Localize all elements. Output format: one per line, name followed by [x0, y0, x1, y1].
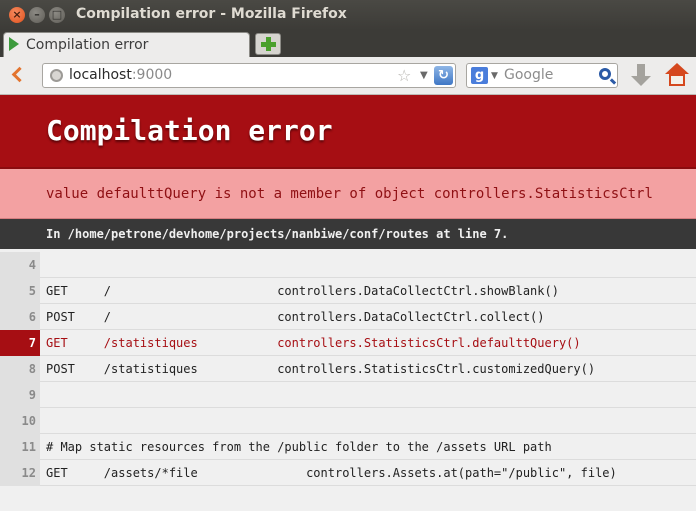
line-number: 12 — [0, 460, 40, 486]
line-code: # Map static resources from the /public … — [46, 440, 552, 454]
back-arrow-icon — [11, 66, 28, 83]
back-button[interactable] — [8, 65, 30, 87]
line-number: 10 — [0, 408, 40, 434]
error-location-bar: In /home/petrone/devhome/projects/nanbiw… — [0, 219, 696, 249]
url-bar[interactable]: localhost:9000 ☆ ▼ ↻ — [42, 63, 456, 88]
globe-icon — [50, 69, 63, 82]
source-line: 5 GET / controllers.DataCollectCtrl.show… — [0, 278, 696, 304]
line-number: 8 — [0, 356, 40, 382]
error-message: value defaulttQuery is not a member of o… — [46, 186, 653, 202]
new-tab-button[interactable] — [255, 33, 281, 55]
source-line: 10 — [0, 408, 696, 434]
source-line: 6 POST / controllers.DataCollectCtrl.col… — [0, 304, 696, 330]
line-number: 6 — [0, 304, 40, 330]
search-icon[interactable] — [599, 68, 611, 80]
bookmark-star-icon[interactable]: ☆ — [397, 66, 411, 85]
navigation-toolbar: localhost:9000 ☆ ▼ ↻ g ▼ Google — [0, 57, 696, 95]
line-number: 4 — [0, 252, 40, 278]
history-dropdown-icon[interactable]: ▼ — [420, 70, 428, 81]
line-code: GET /statistiques controllers.Statistics… — [46, 336, 581, 350]
download-arrow-icon[interactable] — [630, 62, 652, 90]
download-arrow-head — [631, 76, 651, 86]
error-message-box: value defaulttQuery is not a member of o… — [0, 169, 696, 219]
source-line: 9 — [0, 382, 696, 408]
google-search-engine-icon[interactable]: g — [471, 67, 488, 84]
home-walls — [669, 74, 685, 86]
error-header: Compilation error — [0, 95, 696, 169]
search-input[interactable]: Google — [504, 67, 553, 83]
source-line: 4 — [0, 252, 696, 278]
line-code: GET /assets/*file controllers.Assets.at(… — [46, 466, 617, 480]
source-line-error: 7 GET /statistiques controllers.Statisti… — [0, 330, 696, 356]
page-title: Compilation error — [46, 114, 333, 147]
search-engine-dropdown-icon[interactable]: ▼ — [491, 71, 498, 81]
window-title: Compilation error - Mozilla Firefox — [76, 6, 347, 22]
source-line: 12 GET /assets/*file controllers.Assets.… — [0, 460, 696, 486]
line-number: 7 — [0, 330, 40, 356]
line-number: 5 — [0, 278, 40, 304]
tab-compilation-error[interactable]: Compilation error — [3, 32, 250, 57]
line-number: 11 — [0, 434, 40, 460]
window-maximize-button[interactable]: □ — [49, 7, 65, 23]
page-content: Compilation error value defaulttQuery is… — [0, 95, 696, 511]
search-bar[interactable]: g ▼ Google — [466, 63, 618, 88]
line-number: 9 — [0, 382, 40, 408]
source-listing: 4 5 GET / controllers.DataCollectCtrl.sh… — [0, 252, 696, 486]
source-line: 8 POST /statistiques controllers.Statist… — [0, 356, 696, 382]
tab-label: Compilation error — [26, 37, 149, 53]
play-triangle-icon — [9, 37, 19, 51]
window-minimize-button[interactable]: – — [29, 7, 45, 23]
tab-strip: Compilation error — [0, 30, 696, 57]
home-icon[interactable] — [664, 62, 690, 88]
url-text[interactable]: localhost:9000 — [69, 67, 172, 83]
home-roof — [665, 63, 689, 74]
line-code: POST / controllers.DataCollectCtrl.colle… — [46, 310, 545, 324]
line-code: POST /statistiques controllers.Statistic… — [46, 362, 596, 376]
url-port: :9000 — [131, 67, 173, 83]
reload-icon[interactable]: ↻ — [434, 66, 453, 85]
window-titlebar: × – □ Compilation error - Mozilla Firefo… — [0, 0, 696, 30]
source-line: 11 # Map static resources from the /publ… — [0, 434, 696, 460]
window-close-button[interactable]: × — [9, 7, 25, 23]
line-code: GET / controllers.DataCollectCtrl.showBl… — [46, 284, 559, 298]
plus-icon-bar — [261, 42, 276, 47]
error-location: In /home/petrone/devhome/projects/nanbiw… — [46, 227, 509, 241]
url-host: localhost — [69, 67, 132, 83]
